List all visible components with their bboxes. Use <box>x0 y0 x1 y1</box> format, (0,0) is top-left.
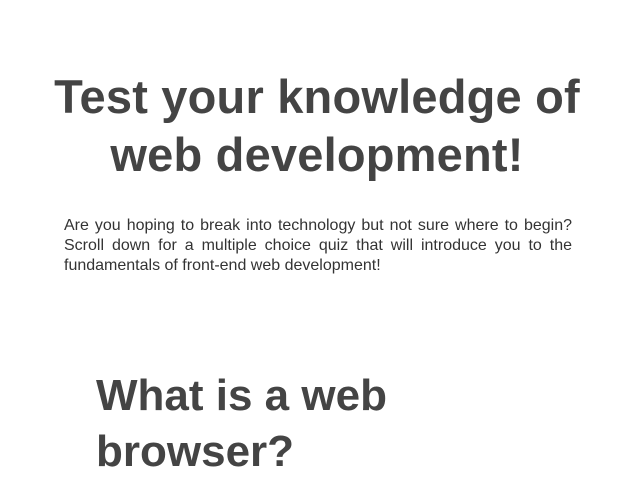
intro-paragraph: Are you hoping to break into technology … <box>64 217 572 274</box>
question-heading: What is a web browser? <box>96 371 387 476</box>
page-title: Test your knowledge of web development! <box>54 70 580 181</box>
page: Test your knowledge of web development! … <box>0 0 634 479</box>
